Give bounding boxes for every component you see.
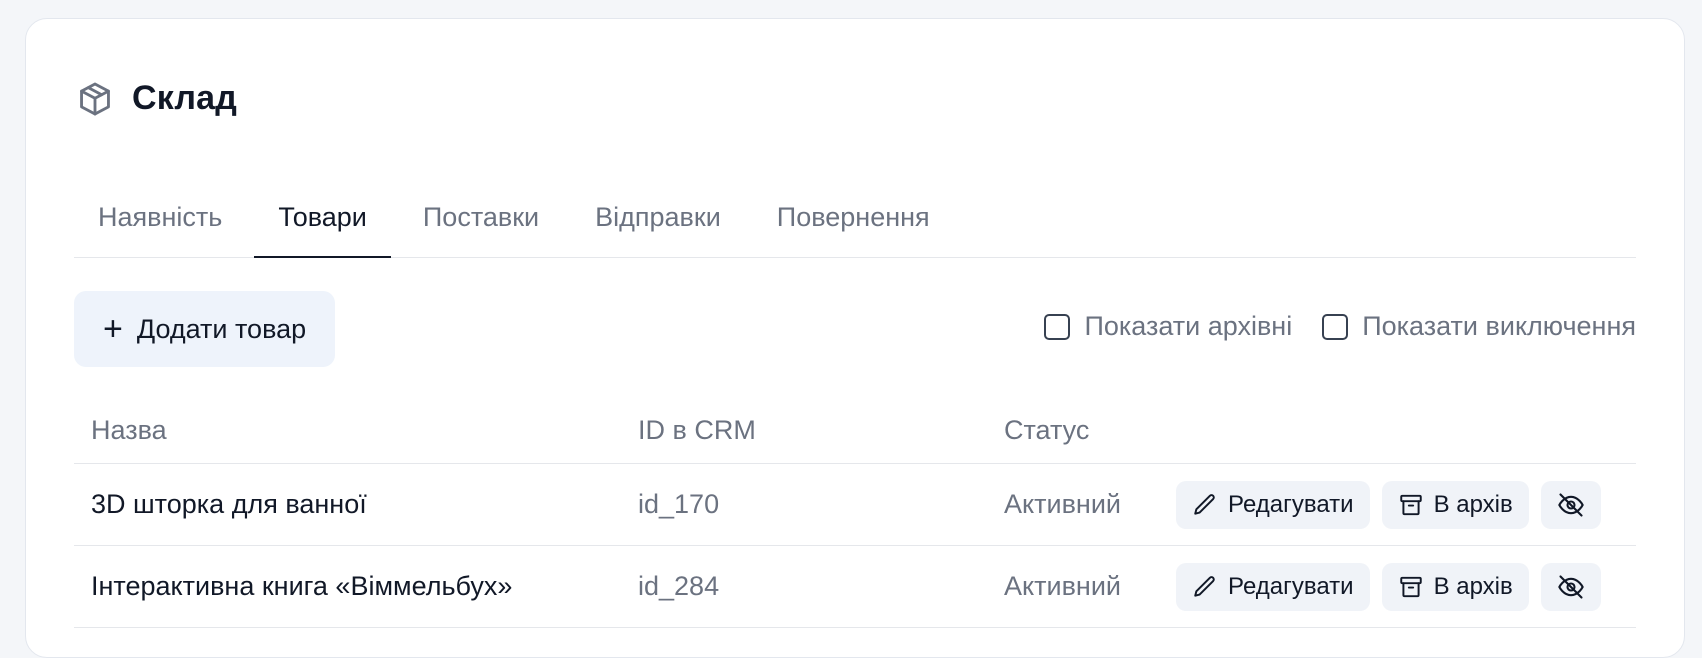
toolbar: + Додати товар Показати архівні Показати… <box>74 291 1636 367</box>
show-archived-label: Показати архівні <box>1084 311 1293 341</box>
checkbox-box[interactable] <box>1044 313 1071 340</box>
tab-returns[interactable]: Повернення <box>753 174 954 257</box>
tab-shipments[interactable]: Відправки <box>571 174 745 257</box>
row-actions: Редагувати В архів <box>1176 480 1601 529</box>
table-row: Інтерактивна книга «Віммельбух» id_284 А… <box>74 546 1636 628</box>
edit-label: Редагувати <box>1228 572 1354 600</box>
add-product-label: Додати товар <box>136 313 307 344</box>
column-header-status: Статус <box>1004 414 1090 445</box>
tabs-bar: Наявність Товари Поставки Відправки Пове… <box>74 174 1636 258</box>
warehouse-card: Склад Наявність Товари Поставки Відправк… <box>25 18 1685 658</box>
filter-checkboxes: Показати архівні Показати виключення <box>1044 311 1636 342</box>
table-row: 3D шторка для ванної id_170 Активний Ред… <box>74 464 1636 546</box>
table-header: Назва ID в CRM Статус <box>74 397 1636 464</box>
archive-button[interactable]: В архів <box>1381 562 1529 611</box>
pencil-icon <box>1194 575 1215 597</box>
tab-supplies[interactable]: Поставки <box>399 174 563 257</box>
tab-availability[interactable]: Наявність <box>74 174 246 257</box>
products-table: Назва ID в CRM Статус 3D шторка для ванн… <box>74 397 1636 628</box>
checkbox-box[interactable] <box>1322 313 1349 340</box>
package-icon <box>76 80 114 118</box>
page-header: Склад <box>76 79 237 118</box>
edit-label: Редагувати <box>1228 490 1354 518</box>
product-status: Активний <box>1004 489 1121 519</box>
archive-icon <box>1399 494 1422 515</box>
product-name: 3D шторка для ванної <box>91 489 367 519</box>
archive-label: В архів <box>1433 572 1513 600</box>
column-header-crm-id: ID в CRM <box>638 414 756 445</box>
show-archived-checkbox[interactable]: Показати архівні <box>1044 311 1292 342</box>
tab-products[interactable]: Товари <box>254 174 391 258</box>
column-header-name: Назва <box>91 414 167 445</box>
show-excluded-checkbox[interactable]: Показати виключення <box>1322 311 1636 342</box>
edit-button[interactable]: Редагувати <box>1176 480 1370 529</box>
edit-button[interactable]: Редагувати <box>1176 562 1370 611</box>
archive-label: В архів <box>1433 490 1513 518</box>
product-name: Інтерактивна книга «Віммельбух» <box>91 571 513 601</box>
archive-icon <box>1399 576 1422 597</box>
add-product-button[interactable]: + Додати товар <box>74 291 336 367</box>
product-crm-id: id_284 <box>638 571 720 601</box>
hide-button[interactable] <box>1540 480 1601 529</box>
product-status: Активний <box>1004 571 1121 601</box>
plus-icon: + <box>103 310 123 348</box>
archive-button[interactable]: В архів <box>1381 480 1529 529</box>
product-crm-id: id_170 <box>638 489 720 519</box>
pencil-icon <box>1194 493 1215 515</box>
show-excluded-label: Показати виключення <box>1362 311 1636 341</box>
hide-button[interactable] <box>1540 562 1601 611</box>
eye-off-icon <box>1558 574 1584 599</box>
row-actions: Редагувати В архів <box>1176 562 1601 611</box>
eye-off-icon <box>1558 492 1584 517</box>
page-title: Склад <box>132 79 238 117</box>
